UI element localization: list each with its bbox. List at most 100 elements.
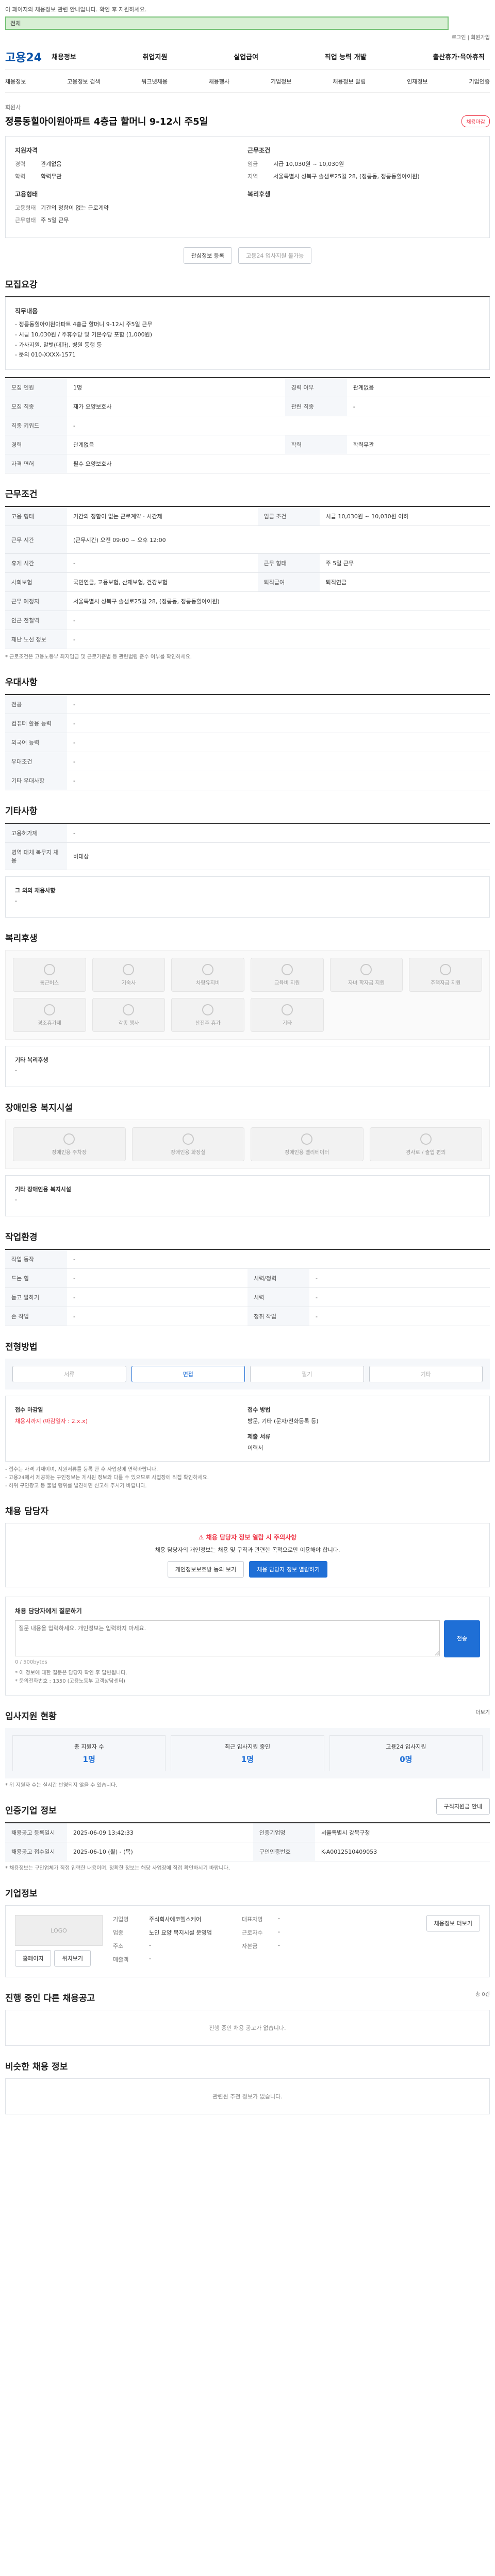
subnav-item[interactable]: 채용정보 알림 [333,77,366,86]
company-row: 주소 - 자본금 - [113,1942,416,1950]
table-row: 고용 형태 기간의 정함이 없는 근로계약 · 시간제 임금 조건 시급 10,030… [5,506,490,527]
row-value: 필수 요양보호사 [67,454,490,474]
privacy-button[interactable]: 개인정보보호방 동의 보기 [167,1561,244,1578]
inquiry-send-button[interactable]: 전송 [444,1620,480,1658]
gnb-item[interactable]: 출산휴가·육아휴직 [433,52,485,61]
work-title: 근무조건 [5,489,38,500]
row-key: 관련 직종 [285,397,347,417]
gnb-item[interactable]: 실업급여 [234,52,258,61]
table-row: 채용공고 등록일시 2025-06-09 13:42:33 인증기업명 서울특별시 강… [5,1823,490,1843]
row-key: 근무 형태 [257,553,320,573]
docs-label: 제출 서류 [248,1433,271,1440]
conditions-title: 근무조건 [248,147,271,154]
welfare-label: 차량유지비 [196,980,220,986]
company-title: 기업정보 [5,1889,38,1900]
alert-title-text: 채용 담당자 정보 열람 시 주의사항 [206,1534,297,1541]
search-scope[interactable]: 전체 [6,19,21,27]
env-table: 작업 동작 - 드는 힘 - 시력/청력 - 듣고 말하기 - 시력 - 손 작업 - 청취 작업… [5,1249,490,1327]
row-key: 듣고 말하기 [5,1287,67,1308]
interest-button[interactable]: 관심정보 등록 [183,247,232,264]
logo[interactable]: 고용24 [5,48,52,65]
duty-text: - 정릉동힐아이원아파트 4층급 할머니 9-12시 주5일 근무 - 시급 1… [15,319,480,360]
subsidy-link[interactable]: 구직지원금 안내 [436,1798,490,1815]
pref-table: 전공 - 컴퓨터 활용 능력 - 외국어 능력 - 우대조건 - 기타 우대사항 - [5,694,490,791]
company-row: 업종 노인 요양 복지시설 운영업 근로자수 - [113,1928,416,1937]
row-key: 업종 [113,1929,124,1937]
row-key: 매출액 [113,1956,129,1963]
table-row: 근무 시간 (근무시간) 오전 09:00 ~ 오후 12:00 [5,526,490,554]
summary-row: 학력 학력무관 [15,172,248,180]
row-key: 대표자명 [242,1916,263,1923]
gnb-item[interactable]: 직업 능력 개발 [325,52,367,61]
summary-value: 서울특별시 성북구 솔샘로25길 28, (정릉동, 정릉동힐아이원) [273,173,420,180]
table-row: 자격 면허 필수 요양보호사 [5,454,490,474]
etc-extra-value: - [15,897,17,905]
note-line: * 이 정보에 대한 질문은 담당자 확인 후 답변됩니다. [15,1670,127,1676]
search-row: 전체 [5,16,490,30]
subnav-item[interactable]: 채용정보 [5,77,26,86]
row-value: - [278,1928,280,1936]
gnb-item[interactable]: 채용정보 [52,52,76,61]
row-value: 관계없음 [67,435,285,455]
welfare-card: 경조휴가제 [13,998,86,1032]
welfare-label: 주택자금 지원 [430,980,461,986]
row-value: - [67,714,490,734]
gnb-item[interactable]: 취업지원 [143,52,168,61]
summary-row: 경력 관계없음 [15,160,248,168]
summary-key: 경력 [15,161,26,167]
disabled-extra-value: - [15,1196,17,1204]
subnav-item[interactable]: 인재정보 [407,77,427,86]
table-row: 경력 관계없음 학력 학력무관 [5,435,490,455]
subnav-item[interactable]: 기업인증 [469,77,489,86]
homepage-button[interactable]: 홈페이지 [15,1950,52,1967]
row-key: 드는 힘 [5,1268,67,1289]
method-title: 전형방법 [5,1342,38,1353]
recruit-table: 모집 인원 1명 경력 여부 관계없음 모집 직종 재가 요양보호사 관련 직종 - 직종 … [5,377,490,474]
map-button[interactable]: 위치보기 [54,1950,91,1967]
subnav-item[interactable]: 워크넷채용 [141,77,168,86]
work-note: * 근로조건은 고용노동부 최저임금 및 근로기준법 등 관련법령 준수 여부를… [5,654,192,660]
table-row: 병역 대체 복무지 채용 비대상 [5,842,490,871]
other-jobs-title: 진행 중인 다른 채용공고 [5,1993,95,2004]
row-key: 임금 조건 [257,506,320,527]
table-row: 컴퓨터 활용 능력 - [5,714,490,734]
company-logo: LOGO [15,1915,103,1946]
table-row: 고용허가제 - [5,823,490,843]
welfare-summary-title: 복리후생 [248,191,271,198]
utility-links[interactable]: 로그인 | 회원가입 [5,30,490,43]
welfare-extra-value: - [15,1067,17,1074]
row-key: 사회보험 [5,572,67,592]
welfare-label: 기숙사 [121,980,136,986]
row-value: - [67,1307,248,1327]
summary-row: 임금 시급 10,030원 ~ 10,030원 [248,160,480,168]
inquiry-input[interactable] [15,1620,440,1657]
step-item-active: 면접 [131,1366,245,1383]
search-box[interactable]: 전체 [5,16,449,30]
row-value: - [67,823,490,843]
similar-empty: 관련된 추천 정보가 없습니다. [5,2078,490,2115]
sub-nav: 채용정보 고용정보 검색 워크넷채용 채용행사 기업정보 채용정보 알림 인재정… [5,70,490,93]
subnav-item[interactable]: 고용정보 검색 [67,77,100,86]
etc-extra: 그 외의 채용사항 - [5,876,490,918]
stat-label: 최근 입사지원 중인 [225,1743,270,1750]
row-key: 구인인증번호 [253,1842,315,1862]
welfare-card: 주택자금 지원 [409,958,482,992]
stat-value: 0명 [400,1754,412,1764]
row-key: 휴게 시간 [5,553,67,573]
apply-button[interactable]: 고용24 입사지원 불가능 [238,247,312,264]
row-value: - [278,1942,280,1949]
manager-alert-title: ⚠ 채용 담당자 정보 열람 시 주의사항 [15,1533,480,1541]
subnav-item[interactable]: 채용행사 [209,77,229,86]
row-value: 주식회사에코헬스케어 [149,1916,202,1923]
stats-more-link[interactable]: 더보기 [475,1708,490,1716]
duty-line: - 문의 010-XXXX-1571 [15,351,76,359]
docs-value: 이력서 [248,1445,263,1452]
child-icon [360,963,372,975]
view-manager-button[interactable]: 채용 담당자 정보 열람하기 [249,1561,328,1578]
apply-method-value: 방문, 기타 (문자/전화등록 등) [248,1418,319,1425]
company-detail-button[interactable]: 채용정보 더보기 [426,1915,480,1932]
search-input[interactable] [21,18,448,29]
row-key: 외국어 능력 [5,733,67,753]
row-value: 관계없음 [346,378,490,398]
subnav-item[interactable]: 기업정보 [271,77,291,86]
